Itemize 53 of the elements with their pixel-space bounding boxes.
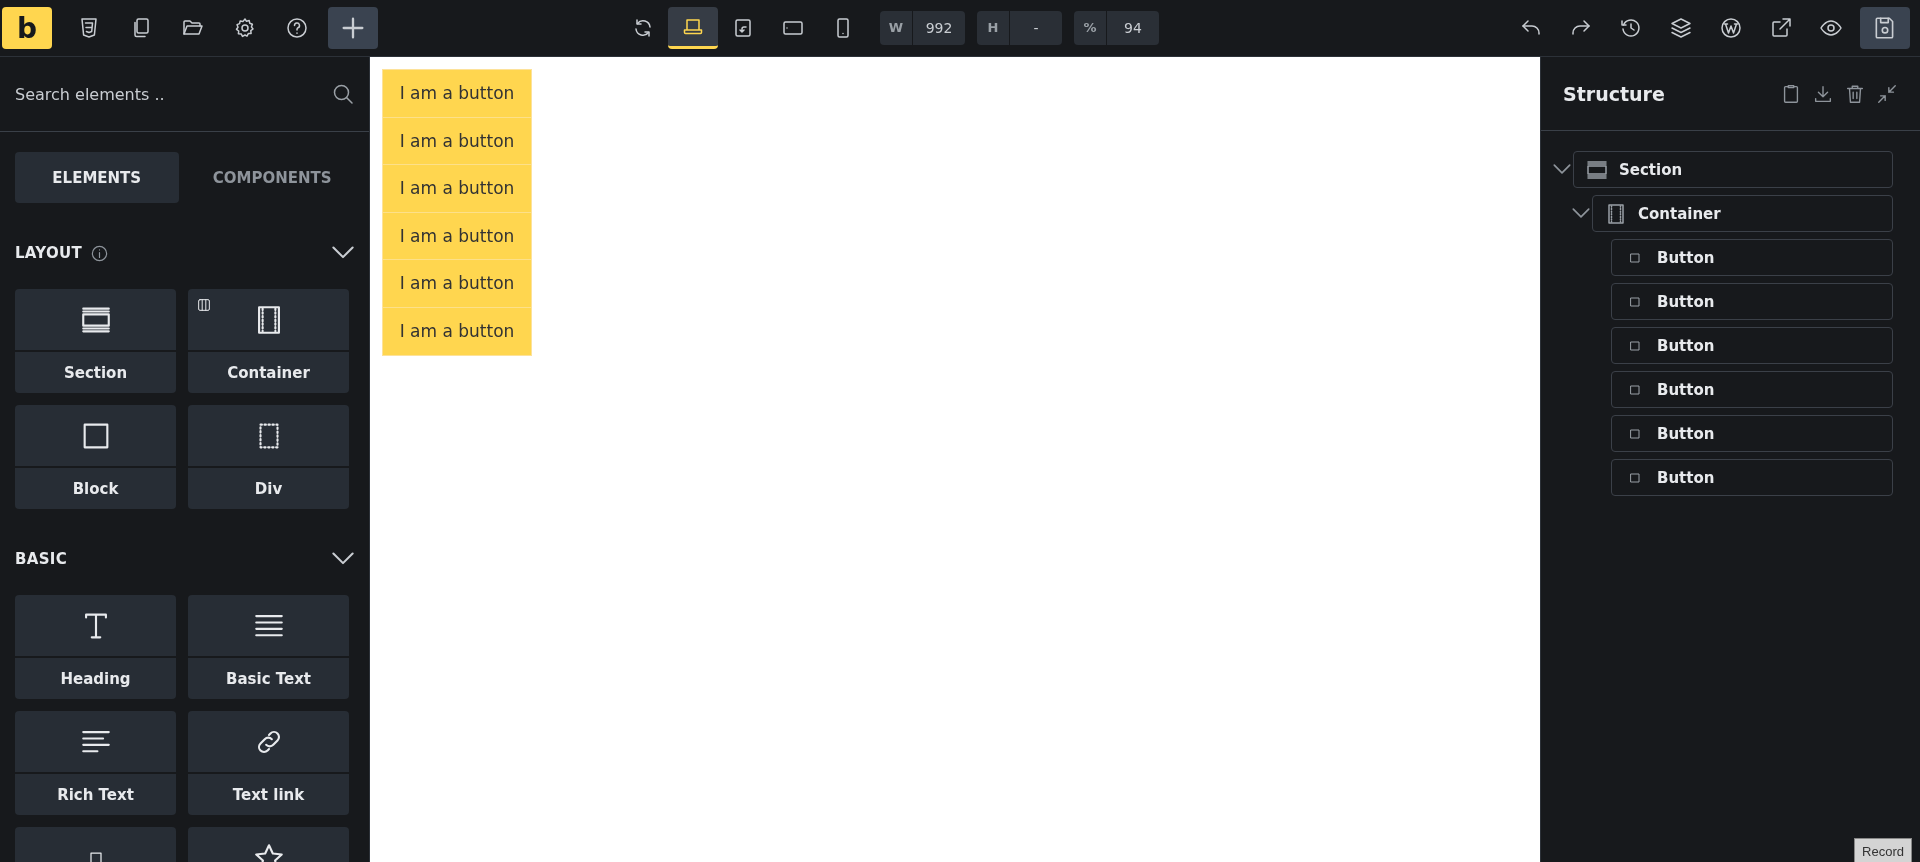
add-button[interactable] bbox=[328, 7, 378, 49]
record-button[interactable]: Record bbox=[1854, 838, 1912, 862]
field-label: W bbox=[880, 11, 913, 45]
tree-item[interactable]: Button bbox=[1611, 327, 1893, 364]
chevron-down-icon bbox=[332, 552, 354, 566]
element-tile[interactable]: Text link bbox=[188, 711, 349, 815]
element-tile[interactable]: Rich Text bbox=[15, 711, 176, 815]
canvas-button[interactable]: I am a button bbox=[383, 70, 531, 118]
panel-tab[interactable]: COMPONENTS bbox=[190, 152, 354, 203]
dimension-field[interactable]: W 992 bbox=[880, 11, 965, 45]
history-icon bbox=[1619, 16, 1643, 40]
element-tile[interactable]: Div bbox=[188, 405, 349, 509]
canvas-button[interactable]: I am a button bbox=[383, 165, 531, 213]
device-button[interactable] bbox=[668, 7, 718, 49]
element-tile[interactable]: Heading bbox=[15, 595, 176, 699]
logo[interactable]: b bbox=[2, 7, 52, 49]
chevron-down-icon bbox=[1572, 208, 1590, 219]
panel-title: Structure bbox=[1563, 82, 1665, 105]
columns-icon bbox=[196, 297, 212, 313]
tree-item[interactable]: Container bbox=[1592, 195, 1893, 232]
dimension-field[interactable]: % 94 bbox=[1074, 11, 1159, 45]
element-tile[interactable]: Basic Text bbox=[188, 595, 349, 699]
logo-icon bbox=[1719, 16, 1743, 40]
collapse-icon bbox=[1876, 82, 1898, 105]
tree-item[interactable]: Button bbox=[1611, 459, 1893, 496]
group-title: BASIC bbox=[15, 550, 67, 568]
element-tile[interactable]: Container bbox=[188, 289, 349, 393]
canvas-button[interactable]: I am a button bbox=[383, 260, 531, 308]
panel-tab[interactable]: ELEMENTS bbox=[15, 152, 179, 203]
canvas-button[interactable]: I am a button bbox=[383, 212, 531, 260]
help-icon bbox=[285, 16, 309, 40]
save-button[interactable] bbox=[1860, 7, 1910, 49]
tree-item[interactable]: Button bbox=[1611, 371, 1893, 408]
group-title: LAYOUT bbox=[15, 244, 83, 262]
element-tile[interactable]: Block bbox=[15, 405, 176, 509]
search-icon bbox=[331, 82, 355, 106]
chevron-down-icon bbox=[1553, 164, 1571, 175]
element-tile[interactable]: Section bbox=[15, 289, 176, 393]
field-label: H bbox=[977, 11, 1010, 45]
field-label: % bbox=[1074, 11, 1107, 45]
dimension-field[interactable]: H - bbox=[977, 11, 1062, 45]
layers-icon bbox=[1669, 16, 1693, 40]
search-field[interactable]: Search elements .. bbox=[15, 84, 331, 104]
canvas-button[interactable]: I am a button bbox=[383, 307, 531, 355]
tree-item[interactable]: Section bbox=[1573, 151, 1893, 188]
info-icon bbox=[90, 243, 110, 263]
canvas-button[interactable]: I am a button bbox=[383, 117, 531, 165]
tree-item[interactable]: Button bbox=[1611, 239, 1893, 276]
settings-icon bbox=[233, 16, 257, 40]
external-link-icon bbox=[1769, 16, 1793, 40]
tree-item[interactable]: Button bbox=[1611, 283, 1893, 320]
chevron-down-icon bbox=[332, 246, 354, 260]
tree-item[interactable]: Button bbox=[1611, 415, 1893, 452]
